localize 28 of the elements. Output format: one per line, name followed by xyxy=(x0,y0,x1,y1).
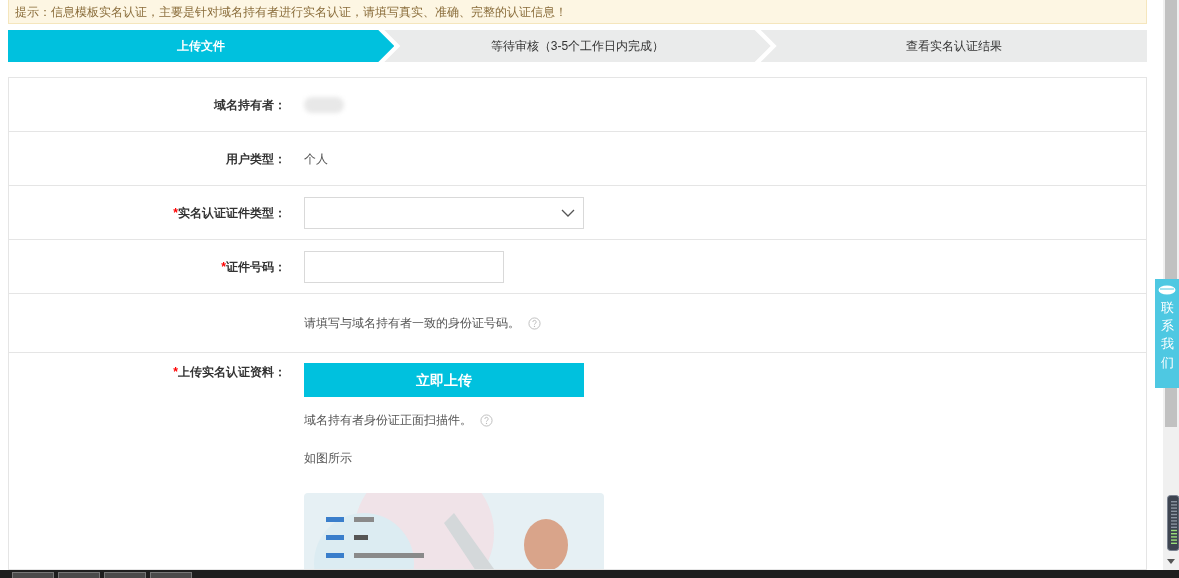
help-icon[interactable] xyxy=(528,316,541,330)
volume-meter-icon xyxy=(1167,495,1179,551)
hint-text: 域名持有者身份证正面扫描件。 xyxy=(304,412,472,429)
field-label: *实名认证证件类型： xyxy=(173,205,286,220)
notice-bar: 提示：信息模板实名认证，主要是针对域名持有者进行实名认证，请填写真实、准确、完整的认证信息！ xyxy=(8,0,1147,24)
caption-text: 如图所示 xyxy=(304,450,353,467)
taskbar-window[interactable] xyxy=(150,572,192,578)
id-number-input[interactable] xyxy=(304,250,504,283)
field-value: 个人 xyxy=(304,150,328,168)
field-label: *证件号码： xyxy=(221,259,286,274)
taskbar-window[interactable] xyxy=(12,572,54,578)
id-type-select[interactable] xyxy=(304,196,584,229)
hint-text: 请填写与域名持有者一致的身份证号码。 xyxy=(304,315,520,332)
help-icon[interactable] xyxy=(480,413,493,427)
field-label: 域名持有者： xyxy=(214,97,286,112)
contact-label: 联系我们 xyxy=(1160,299,1174,372)
step-tab[interactable]: 查看实名认证结果 xyxy=(760,30,1147,62)
upload-button[interactable]: 立即上传 xyxy=(304,363,584,397)
chat-icon xyxy=(1158,285,1176,295)
scroll-down-icon[interactable] xyxy=(1167,559,1175,564)
chevron-down-icon xyxy=(561,208,575,217)
step-tab[interactable]: 等待审核（3-5个工作日内完成） xyxy=(384,30,771,62)
taskbar-window[interactable] xyxy=(104,572,146,578)
field-label: *上传实名认证资料： xyxy=(173,365,286,379)
taskbar-window[interactable] xyxy=(58,572,100,578)
field-label: 用户类型： xyxy=(226,151,286,166)
contact-float-overlay[interactable]: 联系我们 xyxy=(1155,279,1179,388)
step-tab[interactable]: 上传文件 xyxy=(8,30,395,62)
